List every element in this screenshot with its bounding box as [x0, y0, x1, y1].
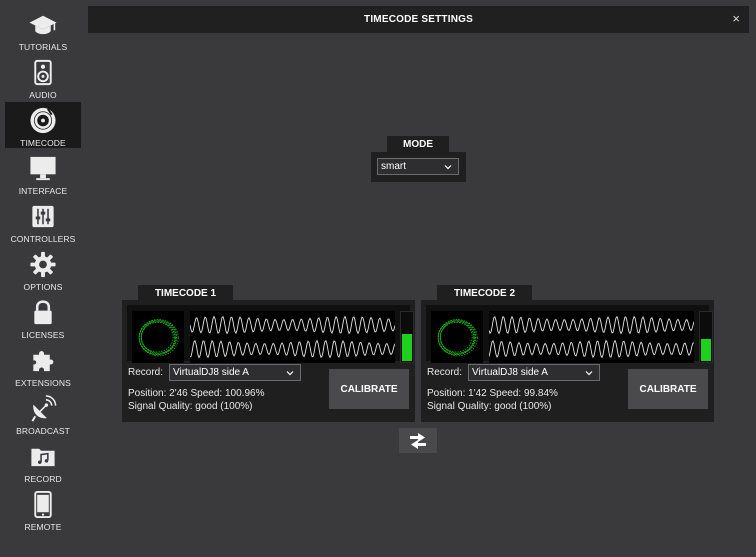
- sidebar-item-tutorials[interactable]: TUTORIALS: [5, 6, 81, 52]
- vinyl-icon: [30, 107, 56, 134]
- mixer-icon: [32, 205, 54, 228]
- timecode-2-waveform: [489, 311, 694, 363]
- timecode-1-waveform: [190, 311, 395, 363]
- monitor-icon: [30, 156, 56, 181]
- timecode-2-scope: [431, 311, 483, 363]
- timecode-1-display: [127, 305, 414, 363]
- sidebar: TUTORIALS AUDIO TIMECODE INTERFACE CONTR…: [0, 0, 86, 557]
- timecode-2-signal-quality: Signal Quality: good (100%): [427, 401, 552, 412]
- mode-label: MODE: [387, 136, 449, 153]
- settings-title-bar: TIMECODE SETTINGS ×: [88, 6, 749, 33]
- sidebar-item-extensions[interactable]: EXTENSIONS: [5, 342, 81, 388]
- sidebar-item-label: REMOTE: [24, 522, 62, 532]
- timecode-2-record-value: VirtualDJ8 side A: [472, 367, 548, 378]
- record-label: Record:: [128, 367, 164, 378]
- timecode-1-signal-fill: [402, 333, 412, 361]
- timecode-1-calibrate-button[interactable]: CALIBRATE: [329, 369, 409, 409]
- graduation-cap-icon: [29, 15, 57, 35]
- sidebar-item-interface[interactable]: INTERFACE: [5, 150, 81, 196]
- broadcast-icon: [31, 395, 57, 422]
- timecode-2-position-speed: Position: 1'42 Speed: 99.84%: [427, 388, 558, 399]
- timecode-1-signal-meter: [400, 311, 414, 363]
- chevron-down-icon: [444, 165, 452, 170]
- sidebar-item-label: TUTORIALS: [18, 42, 68, 52]
- chevron-down-icon: [585, 371, 593, 376]
- sidebar-item-controllers[interactable]: CONTROLLERS: [5, 198, 81, 244]
- timecode-1-panel: Record: VirtualDJ8 side A Position: 2'46…: [122, 300, 415, 422]
- sidebar-item-label: OPTIONS: [23, 282, 63, 292]
- timecode-2-signal-fill: [701, 338, 711, 361]
- sidebar-item-audio[interactable]: AUDIO: [5, 54, 81, 100]
- timecode-2-signal-meter: [699, 311, 713, 363]
- chevron-down-icon: [286, 371, 294, 376]
- timecode-1-record-select[interactable]: VirtualDJ8 side A: [169, 364, 301, 381]
- mode-box: smart: [371, 152, 466, 182]
- timecode-1-signal-quality: Signal Quality: good (100%): [128, 401, 253, 412]
- sidebar-item-label: BROADCAST: [16, 426, 70, 436]
- sidebar-item-label: INTERFACE: [18, 186, 68, 196]
- timecode-1-record-value: VirtualDJ8 side A: [173, 367, 249, 378]
- sidebar-item-label: LICENSES: [21, 330, 65, 340]
- music-folder-icon: [31, 448, 55, 467]
- mode-select[interactable]: smart: [377, 158, 459, 175]
- timecode-2-calibrate-button[interactable]: CALIBRATE: [628, 369, 708, 409]
- swap-decks-button[interactable]: [399, 428, 437, 453]
- record-label: Record:: [427, 367, 463, 378]
- tablet-icon: [34, 490, 52, 519]
- timecode-1-position-speed: Position: 2'46 Speed: 100.96%: [128, 388, 265, 399]
- sidebar-item-remote[interactable]: REMOTE: [5, 486, 81, 532]
- sidebar-item-label: EXTENSIONS: [15, 378, 71, 388]
- sidebar-item-record[interactable]: RECORD: [5, 438, 81, 484]
- speaker-icon: [34, 59, 52, 86]
- timecode-2-panel: Record: VirtualDJ8 side A Position: 1'42…: [421, 300, 714, 422]
- timecode-2-display: [426, 305, 713, 363]
- timecode-2-record-select[interactable]: VirtualDJ8 side A: [468, 364, 600, 381]
- sidebar-item-label: RECORD: [24, 474, 62, 484]
- timecode-1-scope: [132, 311, 184, 363]
- sidebar-item-label: AUDIO: [29, 90, 57, 100]
- swap-arrows-icon: [410, 432, 426, 449]
- close-icon[interactable]: ×: [732, 12, 740, 26]
- sidebar-item-broadcast[interactable]: BROADCAST: [5, 390, 81, 436]
- sidebar-item-label: TIMECODE: [20, 138, 66, 148]
- mode-select-value: smart: [381, 161, 406, 172]
- lock-icon: [34, 300, 52, 325]
- puzzle-icon: [33, 351, 54, 372]
- page-title: TIMECODE SETTINGS: [364, 14, 473, 25]
- sidebar-item-licenses[interactable]: LICENSES: [5, 294, 81, 340]
- sidebar-item-options[interactable]: OPTIONS: [5, 246, 81, 292]
- sidebar-item-label: CONTROLLERS: [10, 234, 76, 244]
- sidebar-item-timecode[interactable]: TIMECODE: [5, 102, 81, 148]
- gear-icon: [30, 251, 56, 278]
